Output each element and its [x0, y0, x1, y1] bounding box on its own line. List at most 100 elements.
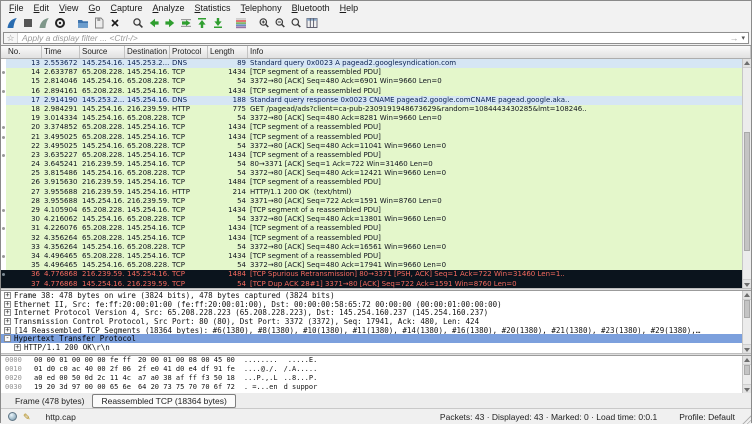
scroll-up-icon[interactable] [743, 356, 751, 365]
go-back-icon[interactable] [146, 16, 162, 30]
scrollbar-thumb[interactable] [744, 132, 750, 251]
packet-list-scrollbar[interactable] [742, 59, 751, 288]
profile-label[interactable]: Profile: Default [679, 412, 735, 422]
column-header-time[interactable]: Time [42, 46, 80, 58]
menu-item-bluetooth[interactable]: Bluetooth [287, 1, 335, 15]
packet-row[interactable]: 354.496465145.254.16..65.208.228..TCP543… [1, 261, 742, 270]
column-header-no[interactable]: No. [6, 46, 42, 58]
packet-row[interactable]: 132.553672145.254.16..145.253.2...DNS89S… [1, 59, 742, 68]
packet-row[interactable]: 263.915630216.239.59..145.254.16..TCP148… [1, 178, 742, 187]
filter-dropdown-icon[interactable]: ▾ [741, 33, 748, 44]
stop-capture-icon[interactable] [20, 16, 36, 30]
resize-columns-icon[interactable] [304, 16, 320, 30]
expand-icon[interactable]: + [14, 344, 21, 351]
menu-item-file[interactable]: File [4, 1, 29, 15]
detail-row[interactable]: +Frame 38: 478 bytes on wire (3824 bits)… [1, 291, 751, 300]
packet-row[interactable]: 233.63522765.208.228..145.254.16..TCP143… [1, 151, 742, 160]
menu-item-analyze[interactable]: Analyze [147, 1, 189, 15]
column-header-info[interactable]: Info [248, 46, 751, 58]
apply-filter-icon[interactable]: → [726, 33, 741, 44]
menu-item-go[interactable]: Go [83, 1, 105, 15]
save-file-icon[interactable] [91, 16, 107, 30]
scroll-down-icon[interactable] [743, 344, 751, 353]
packet-row[interactable]: 142.63378765.208.228..145.254.16..TCP143… [1, 68, 742, 77]
hex-row[interactable]: 001001 d0 c0 ac 40 00 2f 062f e0 41 d0 e… [1, 365, 751, 374]
menu-item-help[interactable]: Help [335, 1, 364, 15]
packet-row[interactable]: 324.35626465.208.228..145.254.16..TCP143… [1, 234, 742, 243]
go-first-icon[interactable] [194, 16, 210, 30]
packet-row[interactable]: 283.955688145.254.16..216.239.59..TCP543… [1, 197, 742, 206]
go-to-packet-icon[interactable] [178, 16, 194, 30]
menu-item-edit[interactable]: Edit [29, 1, 55, 15]
detail-row[interactable]: +Ethernet II, Src: fe:ff:20:00:01:00 (fe… [1, 300, 751, 309]
detail-row[interactable]: -Hypertext Transfer Protocol [1, 334, 751, 343]
start-capture-icon[interactable] [4, 16, 20, 30]
bytes-tab[interactable]: Reassembled TCP (18364 bytes) [92, 394, 235, 408]
detail-row[interactable]: +Internet Protocol Version 4, Src: 65.20… [1, 308, 751, 317]
colorize-icon[interactable] [233, 16, 249, 30]
packet-row[interactable]: 152.814046145.254.16..65.208.228..TCP543… [1, 77, 742, 86]
packet-row[interactable]: 314.22607665.208.228..145.254.16..TCP143… [1, 224, 742, 233]
scrollbar-thumb[interactable] [744, 300, 750, 318]
packet-row[interactable]: 334.356264145.254.16..65.208.228..TCP543… [1, 243, 742, 252]
scroll-down-icon[interactable] [743, 384, 751, 393]
packet-row[interactable]: 253.815486145.254.16..65.208.228..TCP543… [1, 169, 742, 178]
packet-row[interactable]: 182.984291145.254.16..216.239.59..HTTP77… [1, 105, 742, 114]
find-packet-icon[interactable] [130, 16, 146, 30]
packet-row[interactable]: 223.495025145.254.16..65.208.228..TCP543… [1, 142, 742, 151]
packet-row[interactable]: 162.89416165.208.228..145.254.16..TCP143… [1, 87, 742, 96]
close-file-icon[interactable] [107, 16, 123, 30]
detail-row[interactable]: +[14 Reassembled TCP Segments (18364 byt… [1, 326, 751, 335]
menu-item-view[interactable]: View [54, 1, 83, 15]
capture-options-icon[interactable] [52, 16, 68, 30]
expert-info-icon[interactable] [8, 412, 17, 421]
packet-row[interactable]: 273.955688216.239.59..145.254.16..HTTP21… [1, 188, 742, 197]
menu-item-capture[interactable]: Capture [105, 1, 147, 15]
packet-row[interactable]: 364.776868216.239.59..145.254.16..TCP148… [1, 270, 742, 279]
comment-icon[interactable]: ✎ [23, 410, 31, 424]
scroll-up-icon[interactable] [743, 59, 751, 68]
menu-item-telephony[interactable]: Telephony [236, 1, 287, 15]
packet-row[interactable]: 294.10590465.208.228..145.254.16..TCP143… [1, 206, 742, 215]
hex-row[interactable]: 003019 20 3d 97 00 00 65 6e64 20 73 75 7… [1, 383, 751, 392]
menu-item-statistics[interactable]: Statistics [190, 1, 236, 15]
expand-icon[interactable]: + [4, 309, 11, 316]
detail-row[interactable]: +HTTP/1.1 200 OK\r\n [1, 343, 751, 352]
column-header-protocol[interactable]: Protocol [170, 46, 208, 58]
expand-icon[interactable]: + [4, 292, 11, 299]
scroll-up-icon[interactable] [743, 291, 751, 300]
packet-row[interactable]: 172.914190145.253.2...145.254.16..DNS188… [1, 96, 742, 105]
packet-row[interactable]: 213.49502565.208.228..145.254.16..TCP143… [1, 133, 742, 142]
go-forward-icon[interactable] [162, 16, 178, 30]
display-filter-field[interactable]: ☆ Apply a display filter ... <Ctrl-/> → … [3, 32, 749, 44]
expand-icon[interactable]: + [4, 318, 11, 325]
packet-row[interactable]: 304.216062145.254.16..65.208.228..TCP543… [1, 215, 742, 224]
column-header-length[interactable]: Length [208, 46, 248, 58]
details-scrollbar[interactable] [742, 291, 751, 353]
packet-row[interactable]: 243.645241216.239.59..145.254.16..TCP548… [1, 160, 742, 169]
scroll-down-icon[interactable] [743, 279, 751, 288]
hex-row[interactable]: 000000 00 01 00 00 00 fe ff20 00 01 00 0… [1, 356, 751, 365]
open-file-icon[interactable] [75, 16, 91, 30]
go-last-icon[interactable] [210, 16, 226, 30]
bytes-scrollbar[interactable] [742, 356, 751, 393]
zoom-out-icon[interactable] [272, 16, 288, 30]
packet-row[interactable]: 193.014334145.254.16..65.208.228..TCP543… [1, 114, 742, 123]
hex-row[interactable]: 0020a0 ed 00 50 0d 2c 11 4ca7 a0 38 af f… [1, 374, 751, 383]
expand-icon[interactable]: + [4, 327, 11, 334]
detail-row[interactable]: +Transmission Control Protocol, Src Port… [1, 317, 751, 326]
packet-row[interactable]: 203.37485265.208.228..145.254.16..TCP143… [1, 123, 742, 132]
collapse-icon[interactable]: - [4, 335, 11, 342]
scrollbar-thumb[interactable] [744, 365, 750, 375]
column-header-destination[interactable]: Destination [125, 46, 170, 58]
expand-icon[interactable]: + [4, 301, 11, 308]
display-filter-input[interactable]: Apply a display filter ... <Ctrl-/> [18, 33, 726, 43]
packet-row[interactable]: 344.49646565.208.228..145.254.16..TCP143… [1, 252, 742, 261]
zoom-in-icon[interactable] [256, 16, 272, 30]
zoom-reset-icon[interactable] [288, 16, 304, 30]
packet-row[interactable]: 374.776868145.254.16..216.239.59..TCP54[… [1, 280, 742, 289]
column-header-source[interactable]: Source [80, 46, 125, 58]
bookmark-icon[interactable]: ☆ [4, 33, 18, 43]
restart-capture-icon[interactable] [36, 16, 52, 30]
bytes-tab[interactable]: Frame (478 bytes) [7, 395, 92, 407]
